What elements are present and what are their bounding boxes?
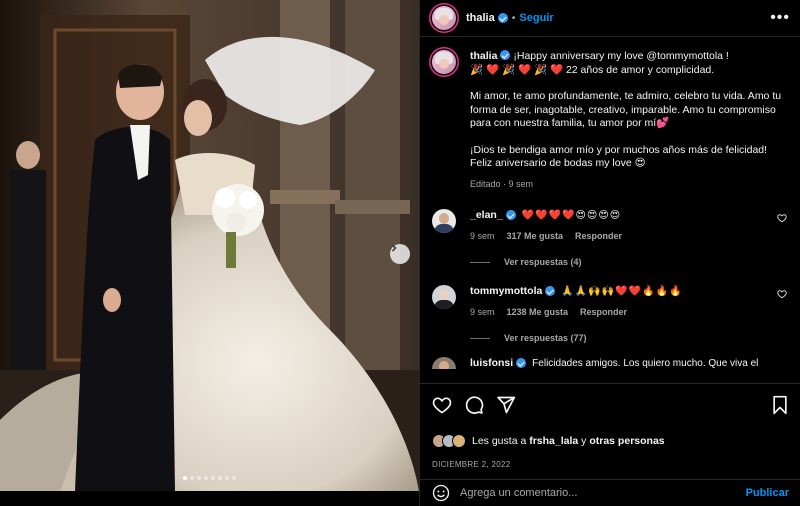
carousel-dot	[190, 476, 194, 480]
carousel-dot	[232, 476, 236, 480]
share-send-icon[interactable]	[496, 395, 516, 415]
comment-username[interactable]: _elan_	[470, 209, 503, 221]
post-date[interactable]: DICIEMBRE 2, 2022	[432, 460, 789, 469]
comment-input[interactable]	[460, 487, 746, 499]
comment-meta: 9 sem 1238 Me gusta Responder	[470, 307, 767, 317]
author-username[interactable]: thalia	[466, 12, 495, 24]
caption-line-3b: Feliz aniversario de bodas my love 😍	[470, 157, 646, 169]
view-replies-label: Ver respuestas (4)	[504, 257, 582, 267]
comment-meta: 9 sem 317 Me gusta Responder	[470, 231, 767, 241]
header-separator: •	[511, 12, 516, 24]
comment-body: _elan_ ❤️❤️❤️❤️😍😍😍😍 9 sem 317 Me gusta R…	[470, 209, 767, 241]
liker-avatar	[452, 434, 466, 448]
comment-reply-button[interactable]: Responder	[575, 231, 622, 241]
carousel-dot	[183, 476, 187, 480]
verified-badge-icon	[516, 358, 527, 368]
caption-line-3a: ¡Dios te bendiga amor mío y por muchos a…	[470, 143, 768, 156]
publish-button[interactable]: Publicar	[746, 487, 789, 499]
post-side-panel: thalia • Seguir ••• thalia ¡Happy annive…	[419, 0, 800, 506]
view-replies-button[interactable]: Ver respuestas (77)	[470, 333, 789, 343]
comment-avatar[interactable]	[432, 285, 456, 309]
view-replies-label: Ver respuestas (77)	[504, 333, 587, 343]
instagram-post-modal: thalia • Seguir ••• thalia ¡Happy annive…	[0, 0, 800, 506]
comment-like-heart-icon[interactable]	[775, 213, 789, 223]
more-options-icon[interactable]: •••	[770, 10, 790, 26]
caption-timestamp: Editado · 9 sem	[470, 178, 534, 189]
comment-body: tommymottola 🙏🙏🙌🙌❤️❤️🔥🔥🔥 9 sem 1238 Me g…	[470, 285, 767, 317]
view-replies-button[interactable]: Ver respuestas (4)	[470, 257, 789, 267]
comment-like-count[interactable]: 317 Me gusta	[507, 231, 564, 241]
comment-text: ❤️❤️❤️❤️😍😍😍😍	[521, 209, 622, 221]
emoji-icon[interactable]	[432, 484, 450, 502]
carousel-dot	[225, 476, 229, 480]
caption-author-username[interactable]: thalia	[470, 50, 497, 62]
likes-summary: Les gusta a frsha_lala y otras personas	[432, 434, 789, 448]
comment-avatar[interactable]	[432, 209, 456, 233]
verified-badge-icon	[500, 50, 511, 60]
comment-time: 9 sem	[470, 231, 495, 241]
carousel-dot	[197, 476, 201, 480]
likes-user[interactable]: frsha_lala	[529, 435, 578, 447]
like-heart-icon[interactable]	[432, 395, 452, 415]
caption-line-2: 🎉 ❤️ 🎉 ❤️ 🎉 ❤️ 22 años de amor y complic…	[470, 63, 715, 76]
caption-paragraph-3: ¡Dios te bendiga amor mío y por muchos a…	[470, 144, 789, 171]
post-header: thalia • Seguir •••	[420, 0, 800, 37]
comment-text: 🙏🙏🙌🙌❤️❤️🔥🔥🔥	[561, 285, 683, 297]
comment-like-count[interactable]: 1238 Me gusta	[507, 307, 569, 317]
carousel-indicator	[0, 476, 419, 480]
verified-badge-icon	[545, 286, 556, 296]
liker-avatars[interactable]	[432, 434, 466, 448]
comments-scroll-area[interactable]: thalia ¡Happy anniversary my love @tommy…	[420, 38, 800, 383]
caption-author-avatar[interactable]	[432, 50, 456, 74]
caption-line-1: ¡Happy anniversary my love @tommymottola…	[513, 50, 729, 62]
comment-item: _elan_ ❤️❤️❤️❤️😍😍😍😍 9 sem 317 Me gusta R…	[432, 209, 789, 241]
post-actions: Les gusta a frsha_lala y otras personas …	[420, 383, 800, 469]
wedding-photo-illustration	[0, 0, 419, 491]
caption-paragraph-2: Mi amor, te amo profundamente, te admiro…	[470, 90, 782, 129]
carousel-dot	[218, 476, 222, 480]
comment-bubble-icon[interactable]	[464, 395, 484, 415]
comment-item: tommymottola 🙏🙏🙌🙌❤️❤️🔥🔥🔥 9 sem 1238 Me g…	[432, 285, 789, 317]
comment-username[interactable]: tommymottola	[470, 285, 542, 297]
comment-like-heart-icon[interactable]	[775, 289, 789, 299]
comment-time: 9 sem	[470, 307, 495, 317]
replies-divider	[470, 337, 490, 339]
verified-badge-icon	[505, 210, 516, 220]
comment-reply-button[interactable]: Responder	[580, 307, 627, 317]
likes-others[interactable]: otras personas	[589, 435, 664, 447]
post-caption: thalia ¡Happy anniversary my love @tommy…	[432, 50, 789, 191]
comment-text: Felicidades amigos. Los quiero mucho. Qu…	[532, 357, 759, 369]
likes-prefix: Les gusta a	[472, 435, 527, 447]
caption-intro: thalia ¡Happy anniversary my love @tommy…	[470, 50, 789, 77]
chevron-right-icon	[391, 244, 397, 252]
replies-divider	[470, 261, 490, 263]
verified-badge-icon	[497, 13, 508, 23]
save-bookmark-icon[interactable]	[771, 395, 789, 415]
carousel-next-button[interactable]	[390, 244, 410, 264]
comment-item-partial: luisfonsi Felicidades amigos. Los quiero…	[432, 357, 789, 369]
comment-composer: Publicar	[420, 479, 800, 506]
carousel-dot	[211, 476, 215, 480]
comment-username[interactable]: luisfonsi	[470, 357, 513, 369]
likes-connector: y	[581, 435, 587, 447]
carousel-dot	[204, 476, 208, 480]
caption-body: thalia ¡Happy anniversary my love @tommy…	[470, 50, 789, 191]
comment-avatar[interactable]	[432, 357, 456, 369]
action-icons-row	[432, 394, 789, 416]
follow-button[interactable]: Seguir	[519, 12, 553, 24]
author-avatar[interactable]	[432, 6, 456, 30]
post-photo[interactable]	[0, 0, 419, 491]
